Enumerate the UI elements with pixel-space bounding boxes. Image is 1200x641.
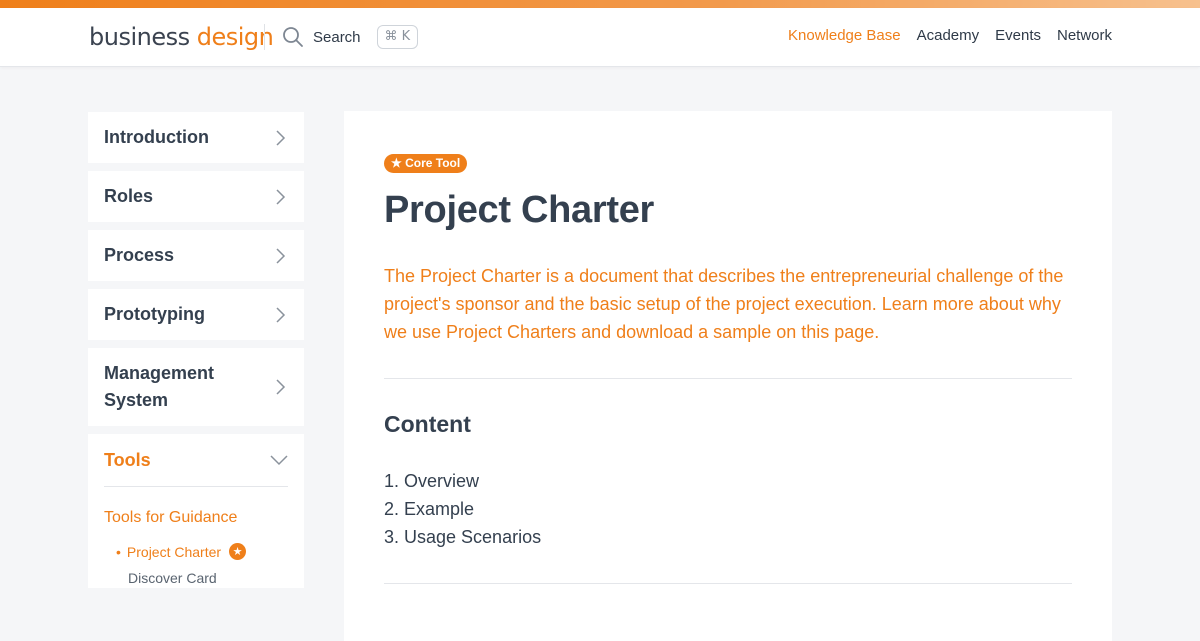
search-icon [283, 27, 303, 47]
sidebar-item-label: Roles [104, 186, 154, 206]
bullet: • [116, 543, 121, 560]
main-content-card: ★ Core Tool Project Charter The Project … [344, 111, 1112, 641]
sidebar-item-introduction[interactable]: Introduction [88, 112, 304, 163]
subitem-label: Discover Card [128, 570, 217, 586]
content-heading: Content [384, 411, 471, 437]
chevron-right-icon [276, 188, 286, 205]
site-header: business design Search ⌘ K Knowledge Bas… [0, 8, 1200, 67]
chevron-right-icon [276, 379, 286, 395]
keyboard-shortcut-hint: ⌘ K [376, 25, 419, 49]
toc-item-example[interactable]: 2. Example [384, 495, 541, 523]
toc-item-overview[interactable]: 1. Overview [384, 467, 541, 495]
nav-academy[interactable]: Academy [917, 27, 980, 44]
sidebar-item-label: Management System [104, 363, 215, 410]
nav-network[interactable]: Network [1057, 27, 1112, 44]
logo-word-design: design [196, 23, 274, 51]
sidebar-item-process[interactable]: Process [88, 230, 304, 281]
chevron-right-icon [276, 306, 286, 323]
star-icon: ★ [229, 543, 247, 560]
logo[interactable]: business design [89, 22, 274, 52]
top-accent-bar [0, 0, 1200, 8]
sidebar: Introduction Roles Process Prototyping M… [88, 112, 304, 434]
sidebar-item-management-system[interactable]: Management System [88, 348, 304, 426]
table-of-contents: 1. Overview 2. Example 3. Usage Scenario… [384, 467, 541, 551]
sidebar-item-label: Tools [104, 449, 151, 470]
toc-item-usage-scenarios[interactable]: 3. Usage Scenarios [384, 523, 541, 551]
logo-word-business: business [89, 23, 190, 51]
nav-knowledge-base[interactable]: Knowledge Base [788, 27, 901, 44]
nav-events[interactable]: Events [995, 27, 1041, 44]
divider [384, 378, 1072, 379]
sidebar-item-roles[interactable]: Roles [88, 171, 304, 222]
header-divider [264, 24, 265, 50]
sidebar-item-label: Process [104, 245, 175, 265]
sidebar-item-prototyping[interactable]: Prototyping [88, 289, 304, 340]
chevron-right-icon [276, 247, 286, 264]
divider [384, 583, 1072, 584]
search-button[interactable]: Search ⌘ K [282, 22, 419, 52]
chevron-right-icon [276, 129, 286, 146]
main-nav: Knowledge Base Academy Events Network [788, 27, 1112, 44]
lead-paragraph: The Project Charter is a document that d… [384, 266, 1064, 342]
tools-group-guidance[interactable]: Tools for Guidance [104, 509, 288, 527]
core-tool-badge: ★ Core Tool [384, 154, 468, 173]
divider [104, 486, 288, 487]
sidebar-item-tools[interactable]: Tools [88, 434, 304, 486]
page-title: Project Charter [384, 189, 655, 231]
sidebar-subitem-discover-card[interactable]: Discover Card [128, 570, 304, 586]
search-label: Search [313, 28, 361, 46]
sidebar-item-label: Prototyping [104, 304, 205, 324]
sidebar-item-label: Introduction [104, 127, 209, 147]
chevron-down-icon [270, 455, 288, 466]
sidebar-subitem-project-charter[interactable]: • Project Charter ★ [116, 543, 304, 560]
subitem-label: Project Charter [126, 543, 222, 560]
sidebar-tools-section: Tools Tools for Guidance • Project Chart… [88, 434, 304, 588]
